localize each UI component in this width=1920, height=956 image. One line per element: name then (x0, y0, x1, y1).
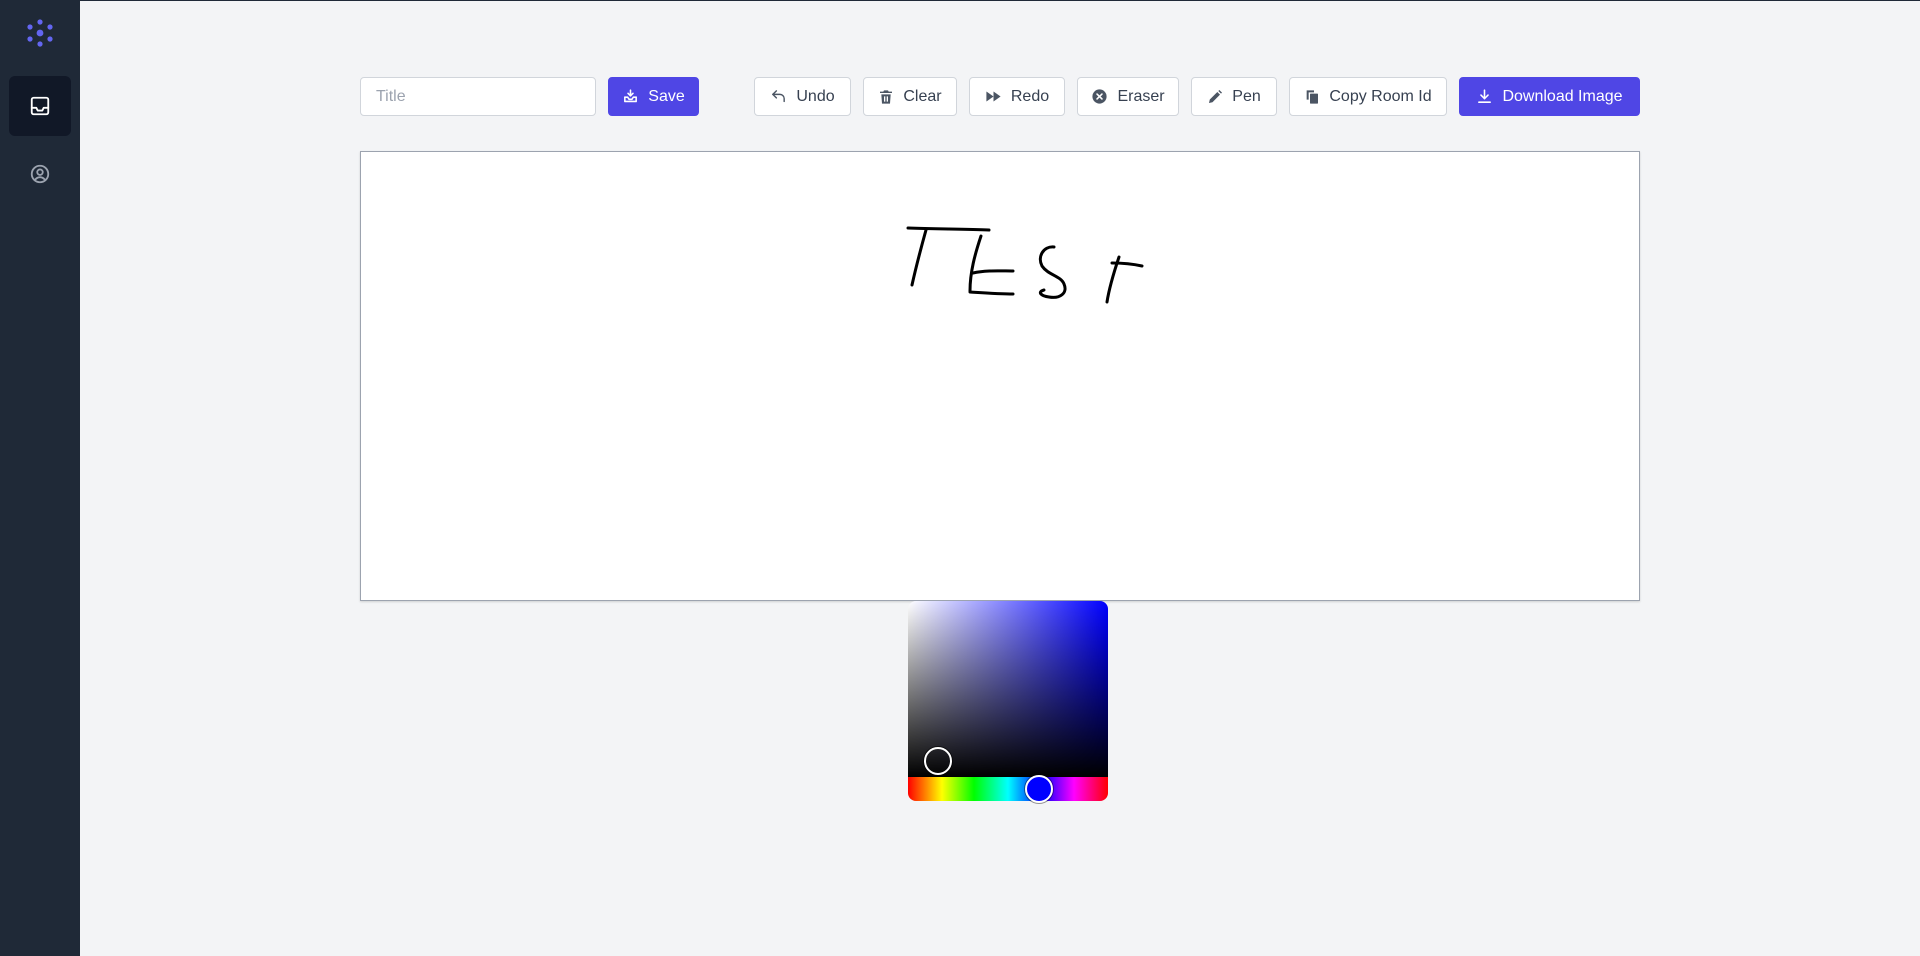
copy-room-id-button[interactable]: Copy Room Id (1289, 77, 1447, 116)
copy-room-id-button-label: Copy Room Id (1329, 87, 1432, 105)
download-image-button-label: Download Image (1502, 87, 1623, 105)
clear-button-label: Clear (903, 87, 942, 105)
inbox-icon (30, 96, 50, 116)
save-button[interactable]: Save (608, 77, 699, 116)
saturation-cursor[interactable] (924, 747, 952, 775)
hue-cursor[interactable] (1025, 775, 1053, 803)
undo-button[interactable]: Undo (754, 77, 851, 116)
x-circle-icon (1092, 89, 1108, 104)
save-icon (624, 89, 638, 103)
trash-icon (880, 89, 893, 104)
eraser-button[interactable]: Eraser (1077, 77, 1179, 116)
pen-button[interactable]: Pen (1191, 77, 1277, 116)
handwritten-test-drawing (906, 226, 1144, 304)
redo-button[interactable]: Redo (969, 77, 1065, 116)
dots-logo-icon[interactable] (22, 15, 58, 51)
fast-forward-icon (986, 91, 1001, 102)
eraser-button-label: Eraser (1117, 87, 1165, 105)
redo-button-label: Redo (1010, 87, 1050, 105)
drawing-canvas[interactable] (360, 151, 1640, 601)
top-border (0, 0, 1920, 1)
title-input[interactable] (360, 77, 596, 116)
user-circle-icon (30, 164, 50, 184)
sidebar (0, 0, 80, 956)
undo-icon (772, 90, 786, 103)
save-button-label: Save (648, 87, 685, 105)
undo-button-label: Undo (796, 87, 835, 105)
clear-button[interactable]: Clear (863, 77, 957, 116)
saturation-area[interactable] (908, 601, 1108, 777)
sidebar-item-inbox[interactable] (9, 76, 71, 136)
hue-slider[interactable] (908, 775, 1108, 803)
pencil-icon (1209, 89, 1223, 103)
sidebar-item-profile[interactable] (9, 144, 71, 204)
copy-icon (1307, 89, 1319, 104)
download-image-button[interactable]: Download Image (1459, 77, 1640, 116)
whiteboard-app: Save Undo Clear Redo Eraser (0, 0, 1920, 956)
pen-button-label: Pen (1232, 87, 1261, 105)
color-picker (908, 601, 1108, 803)
download-icon (1478, 89, 1492, 103)
